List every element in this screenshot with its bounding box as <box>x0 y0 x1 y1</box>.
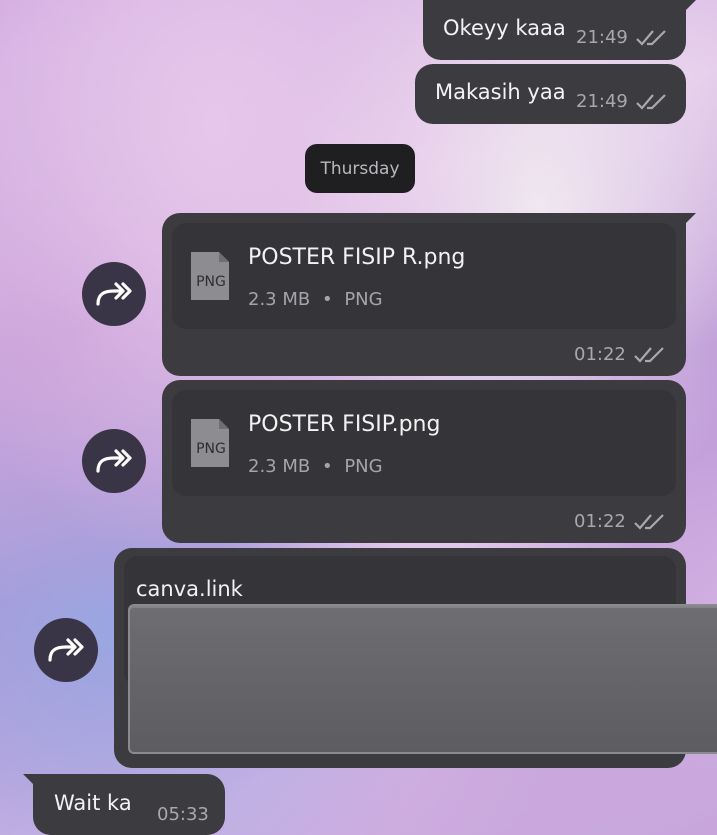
file-icon-label: PNG <box>196 274 226 290</box>
file-details: 2.3 MB • PNG <box>248 456 383 477</box>
message-meta: 21:49 <box>576 91 668 112</box>
forward-button[interactable] <box>34 618 98 682</box>
message-meta: 05:33 <box>157 804 209 825</box>
message-time: 05:33 <box>157 804 209 825</box>
forward-button[interactable] <box>82 429 146 493</box>
message-bubble-makasih[interactable]: Makasih yaa 21:49 <box>415 64 686 124</box>
file-name: POSTER FISIP.png <box>248 412 441 437</box>
forward-arrows-icon <box>48 638 84 662</box>
forward-button[interactable] <box>82 262 146 326</box>
file-card[interactable]: PNG POSTER FISIP.png 2.3 MB • PNG <box>172 390 676 496</box>
file-name: POSTER FISIP R.png <box>248 245 466 270</box>
message-text: Okeyy kaaa <box>443 16 566 40</box>
message-time: 01:22 <box>574 344 626 365</box>
double-check-icon <box>636 93 666 110</box>
message-meta: 21:49 <box>576 27 668 48</box>
double-check-icon <box>634 346 664 363</box>
message-bubble-wait[interactable]: Wait ka 05:33 <box>23 774 225 835</box>
file-size: 2.3 MB <box>248 289 311 310</box>
file-message-1[interactable]: PNG POSTER FISIP R.png 2.3 MB • PNG 01:2… <box>162 213 696 376</box>
message-meta: 01:22 <box>574 511 666 532</box>
file-type: PNG <box>344 456 383 477</box>
separator-dot: • <box>321 456 333 477</box>
forward-arrows-icon <box>96 282 132 306</box>
message-text: Makasih yaa <box>435 80 566 104</box>
message-time: 21:49 <box>576 91 628 112</box>
message-time: 21:49 <box>576 27 628 48</box>
date-separator: Thursday <box>305 144 415 193</box>
file-card[interactable]: PNG POSTER FISIP R.png 2.3 MB • PNG <box>172 223 676 329</box>
message-text: Wait ka <box>54 791 132 815</box>
file-type: PNG <box>344 289 383 310</box>
message-meta: 01:22 <box>574 344 666 365</box>
file-details: 2.3 MB • PNG <box>248 289 383 310</box>
forward-arrows-icon <box>96 449 132 473</box>
file-size: 2.3 MB <box>248 456 311 477</box>
link-text[interactable]: canva.link <box>136 577 243 601</box>
separator-dot: • <box>321 289 333 310</box>
link-preview-image[interactable] <box>128 604 717 754</box>
file-message-2[interactable]: PNG POSTER FISIP.png 2.3 MB • PNG 01:22 <box>162 380 686 543</box>
message-time: 01:22 <box>574 511 626 532</box>
double-check-icon <box>636 29 666 46</box>
double-check-icon <box>634 513 664 530</box>
file-icon-label: PNG <box>196 441 226 457</box>
message-bubble-okeyy[interactable]: Okeyy kaaa 21:49 <box>423 0 696 60</box>
